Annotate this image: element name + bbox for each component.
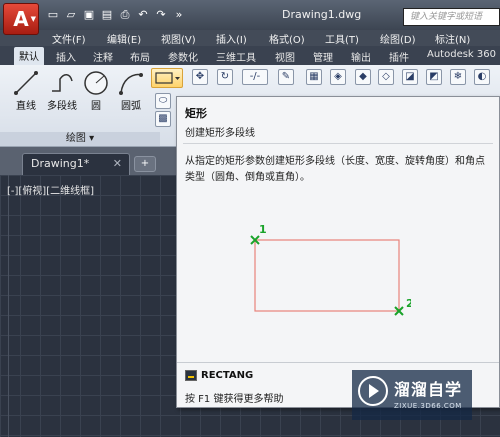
point2-label: 2 [406, 297, 411, 310]
move-icon[interactable]: ✥ [192, 69, 208, 85]
rectangle-tool-button[interactable] [151, 68, 183, 88]
divider [183, 143, 493, 144]
arc-tool-label: 圆弧 [121, 101, 141, 112]
menu-view[interactable]: 视图(V) [161, 31, 196, 46]
polyline-icon [52, 74, 73, 92]
tab-3d-tools[interactable]: 三维工具 [216, 49, 256, 64]
layer-properties-icon[interactable]: ▦ [306, 69, 322, 85]
play-logo-icon [358, 376, 388, 406]
erase-icon[interactable]: ✎ [278, 69, 294, 85]
trim-icon[interactable]: -/- [242, 69, 268, 85]
tooltip-command-name: RECTANG [201, 370, 254, 381]
tab-annotate[interactable]: 注释 [93, 49, 113, 64]
document-title: Drawing1.dwg [282, 8, 362, 21]
watermark-name: 溜溜自学 [394, 380, 463, 399]
menu-insert[interactable]: 插入(I) [216, 31, 247, 46]
circle-tool[interactable]: 圆 [82, 69, 110, 112]
tab-manage[interactable]: 管理 [313, 49, 333, 64]
watermark: 溜溜自学 ZIXUE.3D66.COM [352, 370, 472, 420]
polyline-tool-label: 多段线 [47, 101, 77, 112]
layer-icon[interactable]: ◈ [330, 69, 346, 85]
tooltip-title: 矩形 [185, 107, 207, 120]
command-icon [185, 370, 197, 381]
tooltip-help-hint: 按 F1 键获得更多帮助 [185, 394, 284, 405]
tab-autodesk-360[interactable]: Autodesk 360 [427, 49, 496, 60]
search-input[interactable]: 键入关键字或短语 [403, 8, 500, 26]
menu-draw[interactable]: 绘图(D) [380, 31, 416, 46]
tooltip-subtitle: 创建矩形多段线 [185, 128, 255, 139]
save-icon[interactable]: ▣ [82, 8, 96, 22]
application-menu-button[interactable]: A ▼ [3, 3, 39, 35]
undo-icon[interactable]: ↶ [136, 8, 150, 22]
rectangle-illustration: 1 2 [250, 223, 411, 316]
draw-panel-label[interactable]: 绘图 ▾ [0, 132, 160, 146]
hatch-icon[interactable]: ▩ [155, 111, 171, 127]
line-tool-label: 直线 [16, 101, 36, 112]
arc-tool[interactable]: 圆弧 [115, 69, 147, 112]
ribbon-tab-bar: 默认 插入 注释 布局 参数化 三维工具 视图 管理 输出 插件 Autodes… [0, 46, 500, 65]
menu-dimension[interactable]: 标注(N) [435, 31, 470, 46]
layer-match-icon[interactable]: ◇ [378, 69, 394, 85]
layer-state-icon[interactable]: ◆ [355, 69, 371, 85]
polyline-tool[interactable]: 多段线 [44, 69, 80, 112]
menu-tools[interactable]: 工具(T) [325, 31, 359, 46]
open-icon[interactable]: ▱ [64, 8, 78, 22]
rotate-icon[interactable]: ↻ [217, 69, 233, 85]
viewport-border [8, 175, 9, 437]
tab-layout[interactable]: 布局 [130, 49, 150, 64]
layer-lock-icon[interactable]: ◐ [474, 69, 490, 85]
rectangle-icon [155, 72, 180, 84]
menu-format[interactable]: 格式(O) [269, 31, 305, 46]
chevron-down-icon: ▼ [30, 15, 36, 23]
watermark-url: ZIXUE.3D66.COM [394, 402, 462, 410]
layer-iso-icon[interactable]: ◪ [402, 69, 418, 85]
line-tool[interactable]: 直线 [12, 69, 40, 112]
document-tab-label: Drawing1* [31, 157, 90, 170]
arc-icon [119, 73, 143, 95]
quick-access-toolbar: ▭ ▱ ▣ ▤ ⎙ ↶ ↷ » [46, 8, 186, 24]
point1-label: 1 [259, 223, 267, 236]
menu-file[interactable]: 文件(F) [52, 31, 86, 46]
divider [177, 362, 499, 363]
menu-bar: 文件(F) 编辑(E) 视图(V) 插入(I) 格式(O) 工具(T) 绘图(D… [0, 30, 500, 46]
tab-parametric[interactable]: 参数化 [168, 49, 198, 64]
viewport-label[interactable]: [-][俯视][二维线框] [7, 182, 94, 197]
title-bar: A ▼ ▭ ▱ ▣ ▤ ⎙ ↶ ↷ » Drawing1.dwg 键入关键字或短… [0, 0, 500, 35]
tab-default[interactable]: 默认 [14, 47, 44, 65]
tab-view[interactable]: 视图 [275, 49, 295, 64]
more-icon[interactable]: » [172, 8, 186, 22]
layer-freeze-icon[interactable]: ❄ [450, 69, 466, 85]
layer-off-icon[interactable]: ◩ [426, 69, 442, 85]
menu-edit[interactable]: 编辑(E) [107, 31, 141, 46]
print-icon[interactable]: ⎙ [118, 8, 132, 22]
redo-icon[interactable]: ↷ [154, 8, 168, 22]
rectangle-outline [254, 239, 400, 312]
close-icon[interactable]: ✕ [113, 157, 122, 170]
line-icon [14, 71, 38, 95]
ellipse-icon[interactable]: ⬭ [155, 93, 171, 109]
new-tab-button[interactable]: + [134, 156, 156, 172]
autocad-logo-icon: A [13, 7, 29, 31]
circle-tool-label: 圆 [91, 101, 101, 112]
tooltip-description: 从指定的矩形参数创建矩形多段线（长度、宽度、旋转角度）和角点类型（圆角、倒角或直… [185, 156, 485, 183]
document-tab-drawing1[interactable]: Drawing1* ✕ [22, 153, 130, 175]
tab-insert[interactable]: 插入 [56, 49, 76, 64]
new-icon[interactable]: ▭ [46, 8, 60, 22]
tab-output[interactable]: 输出 [351, 49, 371, 64]
circle-icon [84, 71, 108, 95]
rectangle-tooltip: 矩形 创建矩形多段线 从指定的矩形参数创建矩形多段线（长度、宽度、旋转角度）和角… [176, 96, 500, 408]
saveas-icon[interactable]: ▤ [100, 8, 114, 22]
tab-plugins[interactable]: 插件 [389, 49, 409, 64]
